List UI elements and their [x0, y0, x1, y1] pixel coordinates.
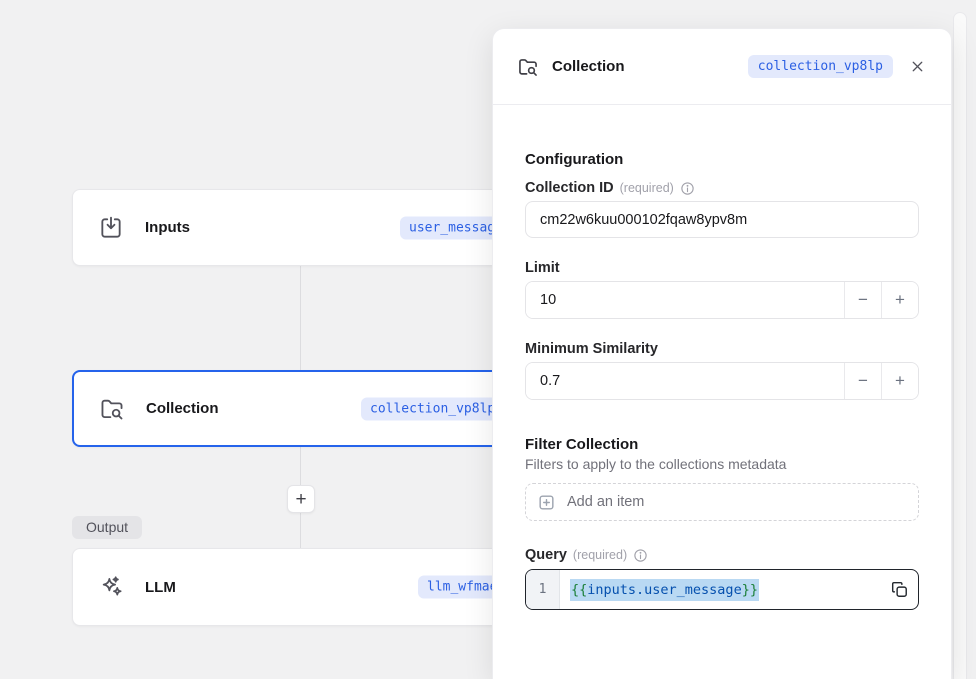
workflow-editor: Inputs user_message Collection collectio… [0, 0, 976, 679]
node-llm[interactable]: LLM llm_wfmae [72, 548, 512, 626]
limit-input[interactable] [526, 282, 844, 318]
filter-collection-description: Filters to apply to the collections meta… [525, 456, 919, 472]
edge-inputs-collection [300, 266, 301, 370]
minimum-similarity-stepper: − + [525, 362, 919, 400]
plus-icon: + [895, 290, 905, 310]
output-section-label: Output [72, 516, 142, 539]
query-label-row: Query (required) [525, 547, 919, 563]
add-item-label: Add an item [567, 494, 644, 510]
limit-decrement-button[interactable]: − [844, 282, 881, 318]
minimum-similarity-input[interactable] [526, 363, 844, 399]
minimum-similarity-label: Minimum Similarity [525, 341, 658, 357]
collection-id-label-row: Collection ID (required) [525, 180, 919, 196]
panel-body: Configuration Collection ID (required) L… [493, 105, 951, 634]
required-tag: (required) [573, 548, 627, 562]
code-close-brace: }} [742, 582, 758, 598]
node-label: LLM [145, 579, 176, 596]
configuration-heading: Configuration [525, 151, 919, 168]
minimum-similarity-decrement-button[interactable]: − [844, 363, 881, 399]
code-variable: inputs.user_message [587, 582, 741, 598]
minimum-similarity-increment-button[interactable]: + [881, 363, 918, 399]
selected-code: {{inputs.user_message}} [570, 579, 759, 601]
limit-stepper: − + [525, 281, 919, 319]
limit-increment-button[interactable]: + [881, 282, 918, 318]
line-number: 1 [539, 582, 547, 597]
minimum-similarity-label-row: Minimum Similarity [525, 341, 919, 357]
sparkles-icon [98, 574, 124, 600]
add-filter-item-button[interactable]: Add an item [525, 483, 919, 521]
copy-icon [890, 580, 909, 599]
info-icon[interactable] [633, 548, 648, 563]
node-collection[interactable]: Collection collection_vp8lp [72, 370, 512, 447]
query-label: Query [525, 547, 567, 563]
line-number-gutter: 1 [526, 570, 560, 609]
node-label: Collection [146, 400, 219, 417]
folder-search-icon [99, 396, 125, 422]
copy-query-button[interactable] [887, 578, 911, 602]
close-icon [909, 58, 926, 75]
plus-icon: + [895, 371, 905, 391]
code-open-brace: {{ [571, 582, 587, 598]
required-tag: (required) [620, 181, 674, 195]
folder-search-icon [517, 56, 539, 78]
background-sheet [953, 12, 967, 679]
collection-config-panel: Collection collection_vp8lp Configuratio… [492, 28, 952, 679]
node-label: Inputs [145, 219, 190, 236]
query-code-line[interactable]: {{inputs.user_message}} [560, 570, 918, 609]
collection-id-label: Collection ID [525, 180, 614, 196]
info-icon[interactable] [680, 181, 695, 196]
limit-label-row: Limit [525, 260, 919, 276]
plus-square-icon [537, 493, 556, 512]
inbox-arrow-down-icon [98, 215, 124, 241]
minus-icon: − [858, 371, 868, 391]
node-id-badge: collection_vp8lp [361, 397, 504, 420]
panel-header: Collection collection_vp8lp [493, 29, 951, 105]
collection-id-input[interactable] [525, 201, 919, 238]
plus-icon: + [295, 490, 306, 509]
add-node-button[interactable]: + [287, 485, 315, 513]
close-panel-button[interactable] [905, 55, 929, 79]
node-inputs[interactable]: Inputs user_message [72, 189, 512, 266]
filter-collection-heading: Filter Collection [525, 436, 919, 453]
panel-title: Collection [552, 58, 625, 75]
query-code-editor[interactable]: 1 {{inputs.user_message}} [525, 569, 919, 610]
minus-icon: − [858, 290, 868, 310]
limit-label: Limit [525, 260, 560, 276]
panel-id-badge: collection_vp8lp [748, 55, 893, 78]
